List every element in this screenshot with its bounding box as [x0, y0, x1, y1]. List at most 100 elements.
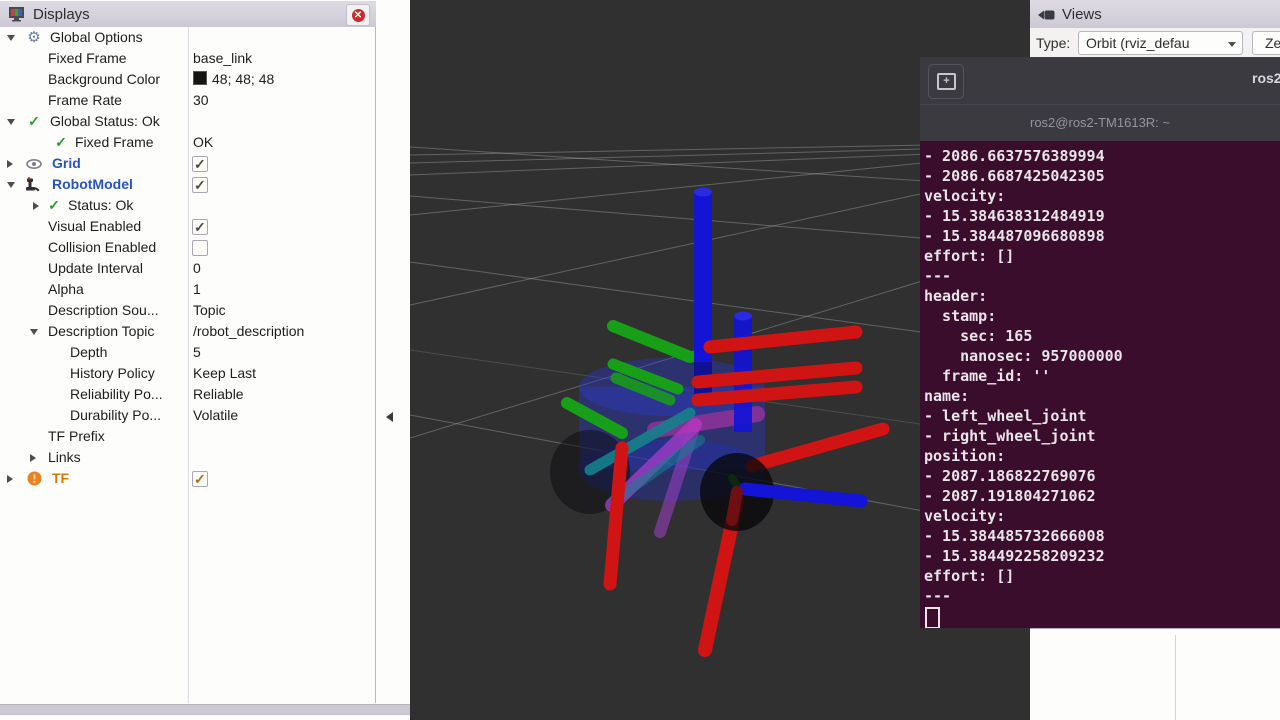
tree-row[interactable]: TF Prefix [0, 426, 375, 447]
displays-panel-title: Displays [33, 6, 90, 23]
property-value[interactable]: 0 [193, 258, 201, 279]
tree-row[interactable]: Grid ✓ [0, 153, 375, 174]
dock-bottom-strip [0, 704, 410, 715]
property-value[interactable]: 1 [193, 279, 201, 300]
terminal-line: - 2086.6687425042305 [924, 166, 1280, 186]
property-label: Links [48, 447, 81, 468]
expand-arrow-icon[interactable] [33, 202, 39, 210]
property-label: RobotModel [52, 174, 133, 195]
tree-row[interactable]: Reliability Po... Reliable [0, 384, 375, 405]
terminal-headerbar[interactable]: + ros2@ [920, 57, 1280, 104]
terminal-tab-title: ros2@ros2-TM1613R: ~ [920, 115, 1280, 130]
terminal-line: stamp: [924, 306, 1280, 326]
robot-icon [24, 174, 40, 195]
displays-titlebar[interactable]: Displays ✕ [0, 1, 376, 28]
property-value[interactable]: 5 [193, 342, 201, 363]
property-value[interactable]: Topic [193, 300, 226, 321]
property-value[interactable]: /robot_description [193, 321, 304, 342]
collapse-arrow-icon[interactable] [7, 35, 15, 41]
tree-row[interactable]: Durability Po... Volatile [0, 405, 375, 426]
tree-row[interactable]: Depth 5 [0, 342, 375, 363]
tree-row[interactable]: ✓ Fixed Frame OK [0, 132, 375, 153]
terminal-window[interactable]: + ros2@ ros2@ros2-TM1613R: ~ - 2086.6637… [920, 57, 1280, 628]
tree-row[interactable]: History PolicyKeep Last [0, 363, 375, 384]
property-label: Visual Enabled [48, 216, 141, 237]
tree-row[interactable]: ✓Status: Ok [0, 195, 375, 216]
tree-row[interactable]: Visual Enabled ✓ [0, 216, 375, 237]
property-label: Fixed Frame [75, 132, 154, 153]
checkbox-checked[interactable]: ✓ [192, 471, 208, 487]
tree-row[interactable]: Links [0, 447, 375, 468]
tree-row[interactable]: Collision Enabled [0, 237, 375, 258]
rviz-window: Displays ✕ ⚙Global OptionsFixed Framebas… [0, 0, 1280, 720]
check-mark-icon: ✓ [194, 154, 206, 175]
color-swatch [193, 71, 207, 85]
property-value[interactable]: base_link [193, 48, 252, 69]
property-label: Grid [52, 153, 81, 174]
zero-button[interactable]: Ze [1252, 31, 1280, 55]
view-type-select[interactable]: Orbit (rviz_defau [1078, 31, 1243, 55]
tree-row[interactable]: ✓Global Status: Ok [0, 111, 375, 132]
tree-row[interactable]: Frame Rate 30 [0, 90, 375, 111]
property-value[interactable]: OK [193, 132, 213, 153]
property-value[interactable]: Reliable [193, 384, 244, 405]
view-type-value: Orbit (rviz_defau [1086, 35, 1189, 51]
checkbox-checked[interactable]: ✓ [192, 219, 208, 235]
views-titlebar[interactable]: Views [1030, 0, 1280, 29]
expand-arrow-icon[interactable] [7, 160, 13, 168]
view-type-label: Type: [1036, 35, 1070, 51]
tree-row[interactable]: Update Interval0 [0, 258, 375, 279]
property-value[interactable]: Keep Last [193, 363, 256, 384]
property-label: Alpha [48, 279, 84, 300]
property-label: Global Status: Ok [50, 111, 160, 132]
eye-icon [26, 153, 42, 174]
checkbox-checked[interactable]: ✓ [192, 177, 208, 193]
displays-tree[interactable]: ⚙Global OptionsFixed Framebase_linkBackg… [0, 27, 376, 703]
tree-row[interactable]: Description Topic/robot_description [0, 321, 375, 342]
displays-close-button[interactable]: ✕ [346, 4, 370, 26]
checkbox-unchecked[interactable] [192, 240, 208, 256]
tree-row[interactable]: Fixed Frame base_link [0, 48, 375, 69]
property-label: Background Color [48, 69, 160, 90]
displays-icon [8, 6, 26, 22]
property-value[interactable]: Volatile [193, 405, 238, 426]
collapse-arrow-icon[interactable] [30, 329, 38, 335]
tree-row[interactable]: Description Sou...Topic [0, 300, 375, 321]
property-label: Global Options [50, 27, 143, 48]
terminal-line: sec: 165 [924, 326, 1280, 346]
views-type-row: Type: Orbit (rviz_defau Ze [1030, 28, 1280, 58]
terminal-line: frame_id: '' [924, 366, 1280, 386]
expand-arrow-icon[interactable] [30, 454, 36, 462]
property-value[interactable]: 30 [193, 90, 209, 111]
property-label: Depth [70, 342, 107, 363]
tree-row[interactable]: ⚙Global Options [0, 27, 375, 48]
collapse-arrow-icon[interactable] [7, 119, 15, 125]
chevron-down-icon [1228, 42, 1236, 47]
wheel-axis-red-stub [732, 492, 737, 520]
property-value[interactable]: 48; 48; 48 [193, 69, 274, 90]
expand-arrow-icon[interactable] [7, 475, 13, 483]
checkbox-checked[interactable]: ✓ [192, 156, 208, 172]
terminal-tabbar[interactable]: ros2@ros2-TM1613R: ~ [920, 104, 1280, 142]
tree-row[interactable]: RobotModel ✓ [0, 174, 375, 195]
tree-row[interactable]: Alpha 1 [0, 279, 375, 300]
new-tab-button[interactable]: + [928, 64, 964, 99]
panel-splitter[interactable] [376, 0, 410, 720]
views-icon [1038, 8, 1056, 20]
property-label: Frame Rate [48, 90, 122, 111]
terminal-output[interactable]: - 2086.6637576389994- 2086.6687425042305… [920, 141, 1280, 628]
tree-row[interactable]: TF✓ [0, 468, 375, 489]
terminal-line: --- [924, 586, 1280, 606]
property-label: Durability Po... [70, 405, 161, 426]
property-label: Reliability Po... [70, 384, 163, 405]
property-label: Fixed Frame [48, 48, 127, 69]
terminal-line: - 15.384487096680898 [924, 226, 1280, 246]
terminal-line: velocity: [924, 186, 1280, 206]
terminal-line: - 2086.6637576389994 [924, 146, 1280, 166]
panel-collapse-icon[interactable] [386, 412, 393, 422]
views-list-area[interactable] [1030, 628, 1280, 720]
check-icon: ✓ [53, 132, 69, 153]
collapse-arrow-icon[interactable] [7, 182, 15, 188]
tree-row[interactable]: Background Color 48; 48; 48 [0, 69, 375, 90]
terminal-line: - 2087.191804271062 [924, 486, 1280, 506]
